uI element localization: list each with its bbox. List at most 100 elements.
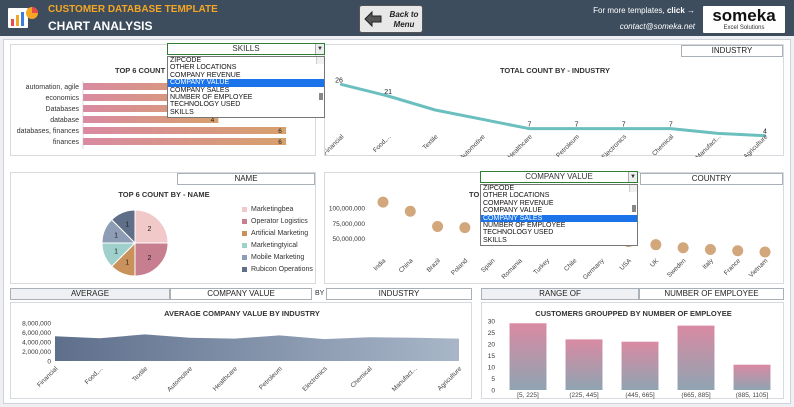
bar-data-label: 4: [211, 117, 215, 124]
dropdown-option[interactable]: COMPANY REVENUE: [168, 72, 324, 79]
scatter-category-label: Sweden: [666, 257, 688, 279]
column-bar: [621, 341, 659, 390]
column-ytick-label: 0: [491, 388, 495, 395]
scatter-category-label: India: [372, 257, 387, 272]
line-category-label: Automotive: [459, 133, 487, 157]
scatter-point: [459, 222, 471, 234]
area-category-label: Healthcare: [212, 365, 239, 392]
chevron-down-icon[interactable]: ▼: [315, 44, 324, 54]
scatter-category-label: Chile: [563, 257, 579, 273]
scatter-category-label: Brazil: [426, 257, 443, 274]
scatter-category-label: Vietnam: [748, 257, 770, 279]
employee-group-column-chart: 30 25 20 15 10 5 0 [5, 225] (225, 445] (445, 665]…: [488, 319, 771, 399]
dropdown-option[interactable]: OTHER LOCATIONS: [481, 192, 637, 199]
bar-category-label: databases, finances: [17, 128, 80, 135]
company-value-dropdown-list[interactable]: ZIPCODE OTHER LOCATIONS COMPANY REVENUE COM…: [480, 184, 638, 246]
legend-label: Marketingbea: [251, 206, 294, 213]
bar: [83, 127, 287, 134]
line-point: [434, 108, 437, 112]
legend-label: Rubicon Operations: [251, 266, 313, 273]
dropdown-option[interactable]: COMPANY VALUE: [481, 207, 637, 214]
pie-legend-item: Marketingtyical: [242, 242, 298, 249]
line-data-label: 7: [527, 122, 531, 129]
dropdown-scrollbar[interactable]: [629, 185, 637, 213]
number-of-employee-selector[interactable]: NUMBER OF EMPLOYEE: [639, 288, 784, 300]
scatter-point: [732, 245, 744, 257]
back-to-menu-button[interactable]: Back to Menu: [359, 5, 423, 33]
dropdown-option[interactable]: NUMBER OF EMPLOYEE: [481, 222, 637, 229]
line-category-label: Manufact...: [695, 133, 723, 157]
legend-swatch: [242, 266, 247, 272]
skills-dropdown-list[interactable]: ZIPCODE OTHER LOCATIONS COMPANY REVENUE COM…: [167, 56, 325, 118]
column-ytick-label: 15: [488, 353, 496, 360]
dropdown-option[interactable]: COMPANY VALUE: [168, 79, 324, 87]
legend-label: Marketingtyical: [251, 242, 298, 249]
scatter-category-label: France: [723, 257, 743, 277]
bar-data-label: 6: [278, 139, 282, 146]
column-category-label: (885, 1105]: [736, 392, 769, 399]
area-category-label: Automotive: [166, 365, 194, 393]
area-ytick-label: 4,000,000: [22, 340, 51, 347]
dropdown-option[interactable]: SKILLS: [168, 109, 324, 116]
dropdown-option[interactable]: TECHNOLOGY USED: [481, 229, 637, 236]
dropdown-option[interactable]: NUMBER OF EMPLOYEE: [168, 94, 324, 101]
area-category-label: Financial: [36, 365, 60, 389]
column-ytick-label: 30: [488, 319, 496, 326]
top-header-bar: CUSTOMER DATABASE TEMPLATE CHART ANALYSI…: [0, 0, 794, 36]
dropdown-option[interactable]: TECHNOLOGY USED: [168, 101, 324, 108]
dropdown-scroll-thumb[interactable]: [632, 205, 636, 213]
by-label: BY: [315, 290, 325, 297]
dropdown-option[interactable]: SKILLS: [481, 237, 637, 244]
area-category-label: Chemical: [350, 365, 374, 389]
bar-category-label: economics: [46, 95, 80, 102]
bar-category-label: automation, agile: [26, 84, 79, 91]
line-category-label: Agriculture: [742, 133, 769, 157]
area-shape: [55, 334, 459, 361]
scatter-point: [759, 246, 771, 258]
scatter-point: [377, 196, 389, 208]
industry-group-selector[interactable]: INDUSTRY: [326, 288, 472, 300]
area-category-label: Manufact...: [391, 365, 419, 393]
avg-company-value-panel: AVERAGE COMPANY VALUE BY INDUSTRY 8,000,…: [10, 302, 472, 399]
company-value-selector[interactable]: COMPANY VALUE: [170, 288, 312, 300]
dropdown-option[interactable]: COMPANY REVENUE: [481, 200, 637, 207]
scatter-point: [704, 244, 716, 256]
column-bar: [733, 364, 771, 390]
bar-category-label: database: [50, 117, 79, 124]
dropdown-option[interactable]: OTHER LOCATIONS: [168, 64, 324, 71]
scatter-ytick-label: 100,000,000: [329, 206, 366, 213]
contact-email-link[interactable]: contact@someka.net: [560, 22, 695, 31]
area-ytick-label: 8,000,000: [22, 321, 51, 328]
bar-category-label: Databases: [46, 106, 80, 113]
dropdown-option[interactable]: COMPANY SALES: [481, 214, 637, 222]
more-templates-link[interactable]: For more templates, click →: [560, 6, 695, 15]
dropdown-scroll-thumb[interactable]: [319, 93, 323, 101]
pie-slice: [134, 209, 169, 244]
line-category-label: Food,...: [372, 133, 393, 154]
legend-swatch: [242, 230, 247, 236]
bar-data-label: 6: [278, 128, 282, 135]
scatter-ytick-label: 50,000,000: [332, 236, 365, 243]
legend-swatch: [242, 242, 247, 248]
bar-category-label: finances: [53, 139, 80, 146]
industry-count-line-chart: 26 Financial 21 Food,... Textile Automotive 7 H…: [325, 77, 770, 157]
dropdown-option[interactable]: ZIPCODE: [168, 57, 324, 64]
pie-slice: [134, 242, 169, 277]
company-value-country-selector[interactable]: COMPANY VALUE: [480, 171, 638, 183]
pie-slice-label: 1: [125, 222, 129, 229]
column-ytick-label: 5: [491, 376, 495, 383]
someka-brand-logo[interactable]: someka Excel Solutions: [703, 6, 785, 33]
area-category-label: Textile: [131, 365, 149, 383]
chevron-down-icon[interactable]: ▼: [628, 172, 637, 182]
line-data-label: 21: [384, 89, 392, 96]
scatter-category-label: Poland: [450, 257, 470, 277]
line-data-label: 7: [622, 122, 626, 129]
area-category-label: Petroleum: [258, 365, 284, 391]
dropdown-option[interactable]: COMPANY SALES: [168, 87, 324, 94]
pie-legend-item: Marketingbea: [242, 206, 293, 213]
line-data-label: 7: [575, 122, 579, 129]
skills-selector[interactable]: SKILLS: [167, 43, 325, 55]
dropdown-scrollbar[interactable]: [316, 57, 324, 101]
dropdown-option[interactable]: ZIPCODE: [481, 185, 637, 192]
pie-legend-item: Artificial Marketing: [242, 230, 308, 237]
